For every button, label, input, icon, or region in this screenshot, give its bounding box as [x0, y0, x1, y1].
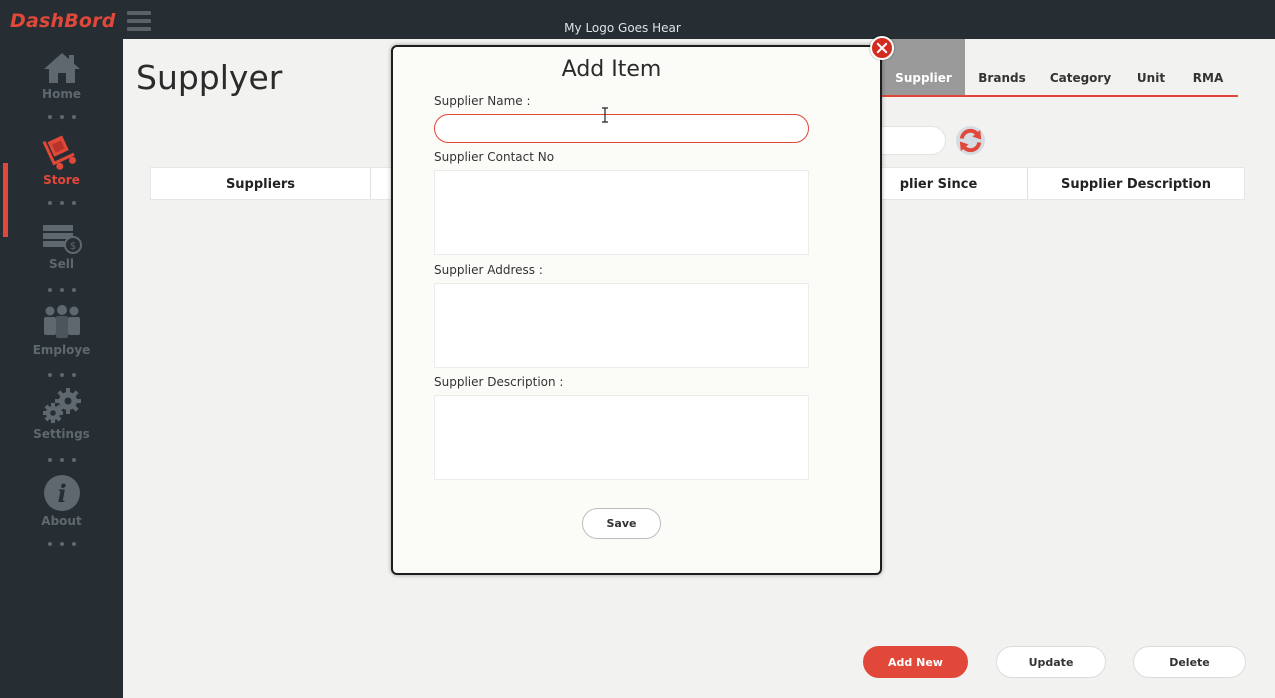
logo-placeholder-text: My Logo Goes Hear	[564, 21, 681, 35]
page-title: Supplyer	[136, 58, 283, 97]
add-item-dialog: Add Item Supplier Name : Supplier Contac…	[391, 45, 882, 575]
tab-rma[interactable]: RMA	[1188, 39, 1228, 95]
sidebar-item-sell[interactable]: $ Sell	[0, 223, 123, 271]
sidebar-item-settings[interactable]: Settings	[0, 387, 123, 441]
tab-unit[interactable]: Unit	[1131, 39, 1171, 95]
top-bar: DashBord My Logo Goes Hear	[0, 0, 1275, 39]
sidebar-item-home[interactable]: Home	[0, 51, 123, 101]
info-icon: i	[43, 475, 80, 511]
sell-card-icon: $	[42, 225, 82, 254]
separator-dots	[48, 373, 76, 379]
sidebar-item-label: Settings	[33, 427, 90, 441]
sidebar-item-about[interactable]: i About	[0, 474, 123, 528]
separator-dots	[48, 542, 76, 548]
sidebar: Home Store $ Sell Employe Settings i Abo…	[0, 39, 123, 698]
sidebar-item-employe[interactable]: Employe	[0, 305, 123, 357]
update-button[interactable]: Update	[996, 646, 1106, 678]
column-header: Suppliers	[225, 177, 296, 192]
store-trolley-icon	[42, 135, 76, 170]
separator-dots	[48, 115, 76, 121]
sidebar-item-label: About	[41, 514, 82, 528]
svg-text:i: i	[57, 479, 66, 508]
employees-icon	[43, 305, 80, 338]
gears-icon	[42, 388, 81, 423]
sidebar-item-label: Store	[43, 173, 80, 187]
refresh-icon[interactable]	[955, 125, 986, 156]
close-icon[interactable]	[870, 36, 894, 60]
sidebar-item-label: Sell	[48, 257, 74, 271]
delete-button[interactable]: Delete	[1133, 646, 1246, 678]
home-icon	[43, 53, 80, 83]
tab-category[interactable]: Category	[1047, 39, 1114, 95]
add-new-button[interactable]: Add New	[863, 646, 968, 678]
dialog-title: Add Item	[561, 57, 662, 82]
supplier-address-field[interactable]	[434, 283, 809, 368]
svg-text:$: $	[69, 241, 75, 252]
column-header: Supplier Description	[1061, 177, 1211, 192]
supplier-address-label: Supplier Address :	[434, 263, 543, 277]
sidebar-item-label: Employe	[32, 343, 91, 357]
supplier-contact-label: Supplier Contact No	[434, 150, 555, 164]
sidebar-item-store[interactable]: Store	[0, 133, 123, 187]
supplier-name-input[interactable]	[434, 114, 809, 143]
supplier-contact-field[interactable]	[434, 170, 809, 255]
save-button[interactable]: Save	[582, 508, 661, 539]
supplier-description-field[interactable]	[434, 395, 809, 480]
tab-brands[interactable]: Brands	[972, 39, 1032, 95]
supplier-description-label: Supplier Description :	[434, 375, 564, 389]
tab-bar: Supplier Brands Category Unit RMA	[882, 39, 1238, 97]
separator-dots	[48, 458, 76, 464]
separator-dots	[48, 288, 76, 294]
separator-dots	[48, 201, 76, 207]
tab-supplier[interactable]: Supplier	[882, 39, 965, 95]
sidebar-item-label: Home	[42, 87, 81, 101]
supplier-name-label: Supplier Name :	[434, 94, 531, 108]
text-cursor-icon	[602, 107, 608, 123]
